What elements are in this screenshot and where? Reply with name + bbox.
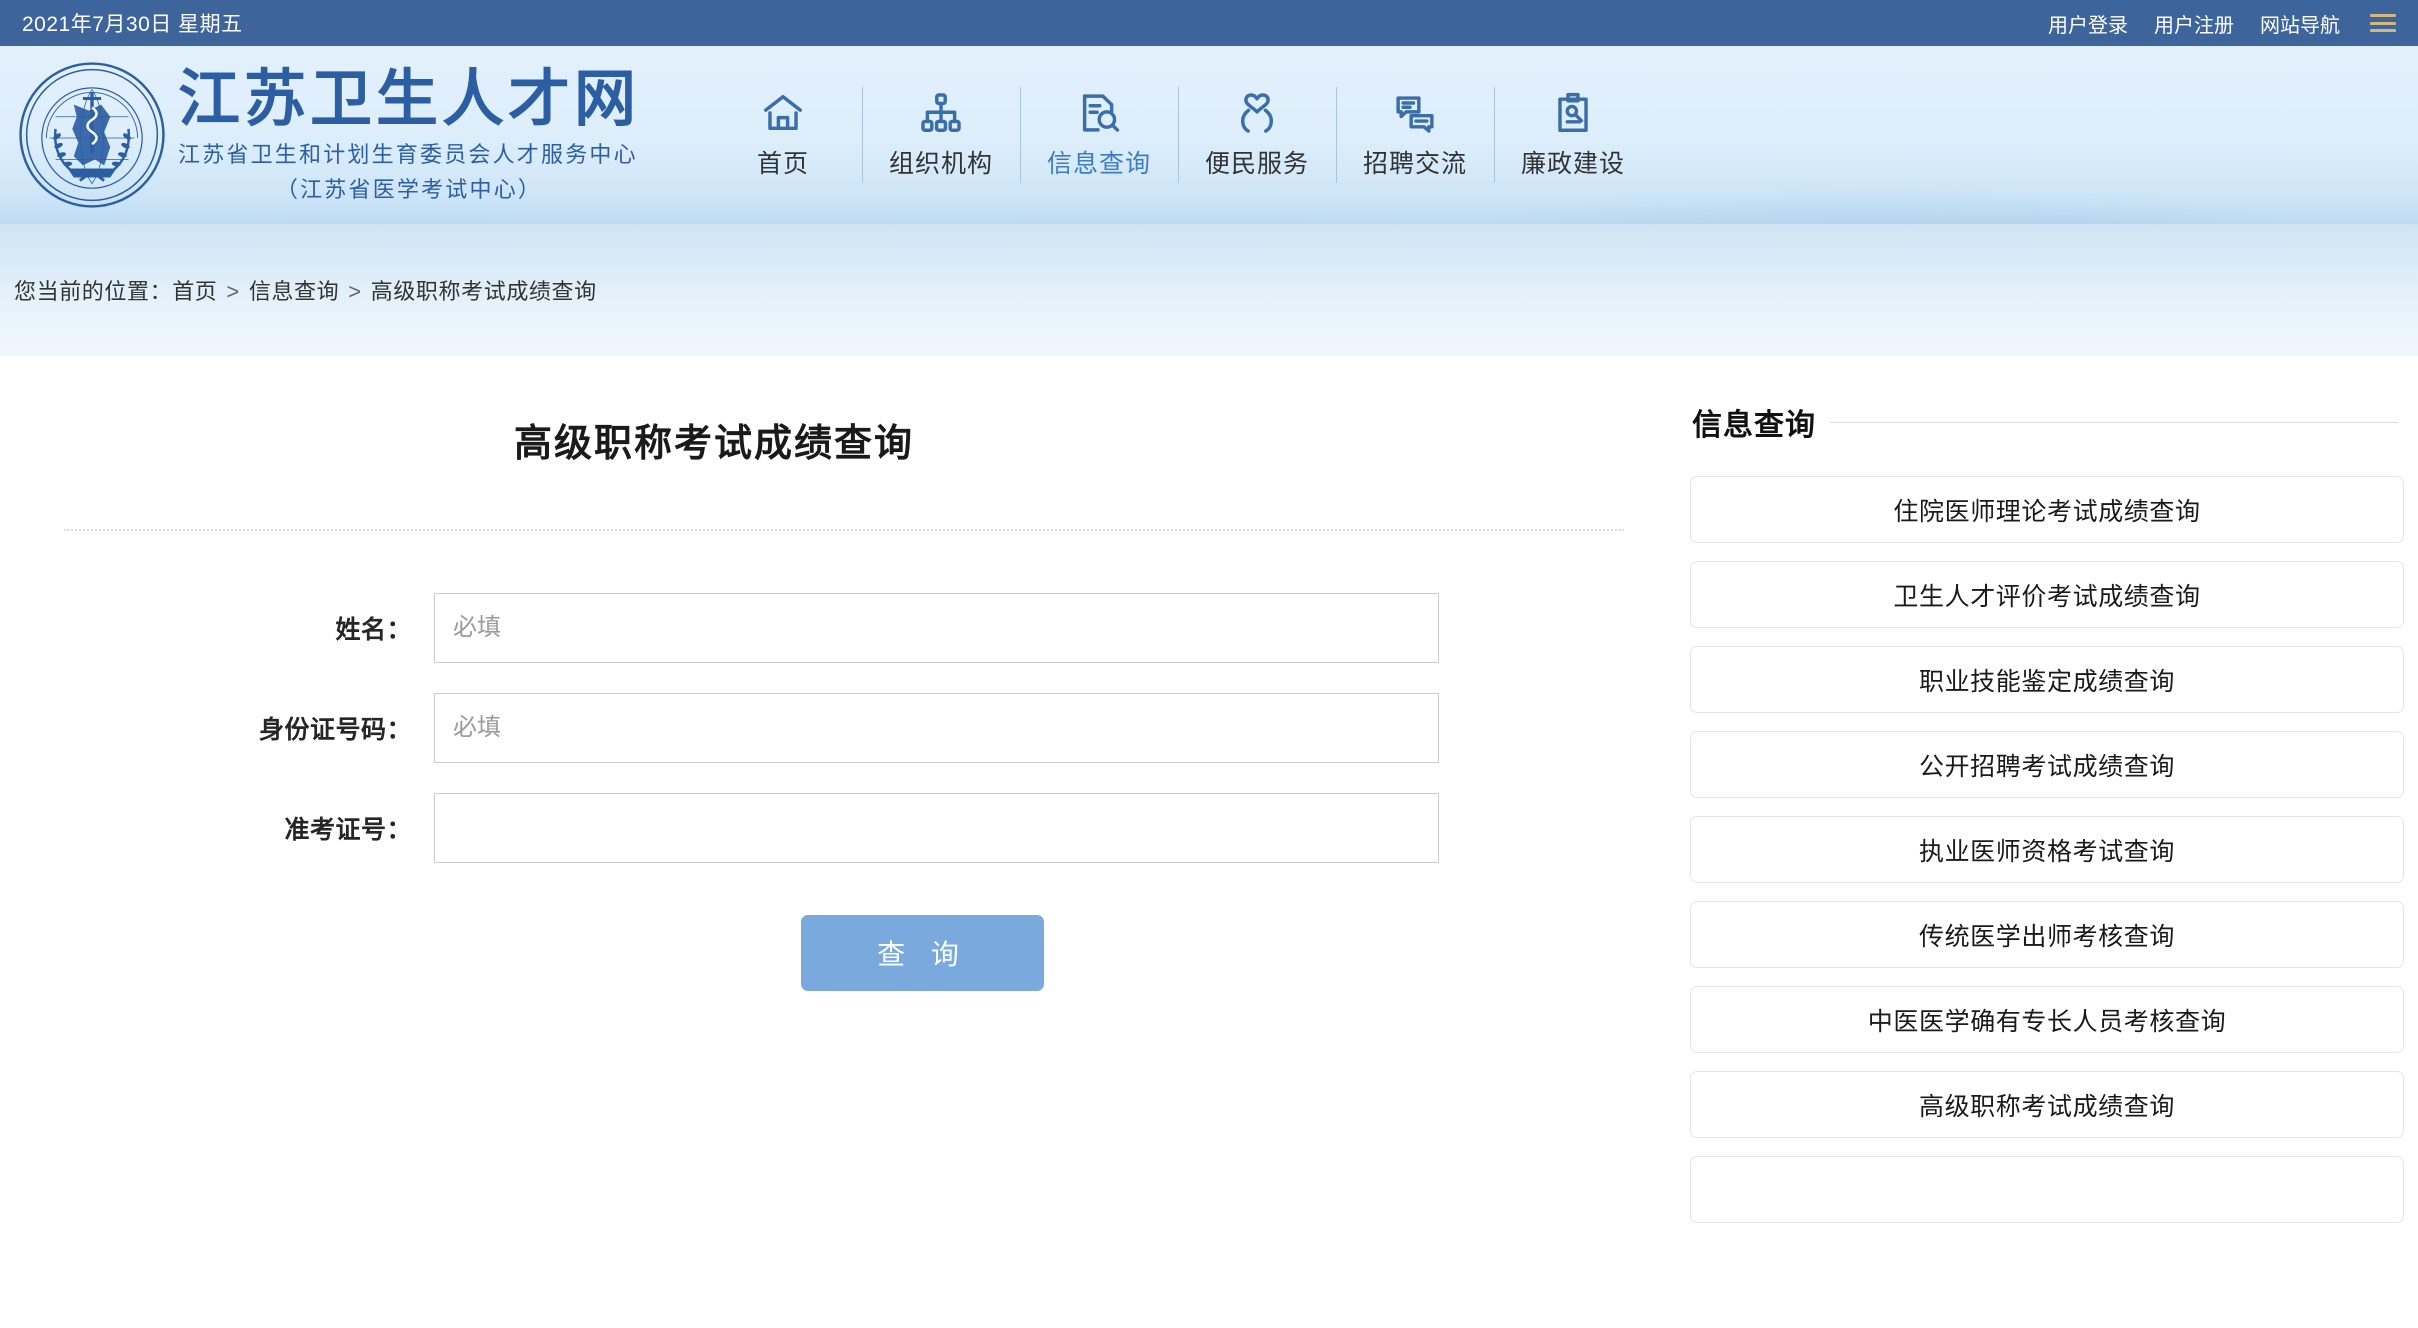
nav-label-info-query: 信息查询 [1047, 150, 1152, 178]
agency-emblem-icon [19, 62, 165, 208]
brand[interactable]: 江苏卫生人才网 江苏省卫生和计划生育委员会人才服务中心 （江苏省医学考试中心） [0, 59, 640, 211]
nav-item-recruitment[interactable]: 招聘交流 [1336, 79, 1494, 191]
admission-ticket-input[interactable] [434, 793, 1439, 863]
main-navigation: 首页 组织机构 信息查询 便民服务 招聘交流 廉政建设 [704, 79, 1652, 191]
query-submit-button[interactable]: 查 询 [801, 915, 1044, 991]
nav-item-home[interactable]: 首页 [704, 79, 862, 191]
breadcrumb-item-current: 高级职称考试成绩查询 [370, 279, 597, 304]
site-nav-link[interactable]: 网站导航 [2260, 9, 2340, 38]
sidebar-item-licensed-physician[interactable]: 执业医师资格考试查询 [1690, 816, 2404, 883]
id-number-input[interactable] [434, 693, 1439, 763]
page-body: 高级职称考试成绩查询 姓名： 身份证号码： 准考证号： 查 询 信息查询 [0, 356, 2418, 1326]
nav-item-info-query[interactable]: 信息查询 [1020, 79, 1178, 191]
hamburger-icon[interactable] [2370, 14, 2396, 32]
label-admission-ticket: 准考证号： [284, 816, 412, 844]
name-input[interactable] [434, 593, 1439, 663]
nav-label-organization: 组织机构 [889, 150, 994, 178]
user-login-link[interactable]: 用户登录 [2048, 9, 2128, 38]
label-id-number: 身份证号码： [258, 716, 412, 744]
sidebar-header: 信息查询 [1690, 400, 2404, 444]
nav-item-public-service[interactable]: 便民服务 [1178, 79, 1336, 191]
submit-row: 查 询 [14, 915, 1674, 991]
site-subtitle-1: 江苏省卫生和计划生育委员会人才服务中心 [178, 141, 638, 167]
sidebar-title-rule [1830, 421, 2398, 423]
org-chart-icon [921, 93, 961, 132]
sidebar-item-next[interactable] [1690, 1156, 2404, 1223]
sidebar-list: 住院医师理论考试成绩查询 卫生人才评价考试成绩查询 职业技能鉴定成绩查询 公开招… [1690, 476, 2404, 1223]
user-register-link[interactable]: 用户注册 [2154, 9, 2234, 38]
sidebar-item-tcm-specialty[interactable]: 中医医学确有专长人员考核查询 [1690, 986, 2404, 1053]
site-title: 江苏卫生人才网 [178, 62, 641, 136]
form-field-name: 姓名： [14, 593, 1674, 663]
label-name: 姓名： [335, 616, 412, 644]
nav-item-organization[interactable]: 组织机构 [862, 79, 1020, 191]
breadcrumb: 您当前的位置：首页 > 信息查询 > 高级职称考试成绩查询 [14, 274, 597, 306]
top-utility-bar: 2021年7月30日 星期五 用户登录 用户注册 网站导航 [0, 0, 2418, 46]
score-query-form: 姓名： 身份证号码： 准考证号： 查 询 [14, 593, 1674, 991]
breadcrumb-bar: 您当前的位置：首页 > 信息查询 > 高级职称考试成绩查询 [0, 224, 2418, 356]
nav-label-recruitment: 招聘交流 [1363, 150, 1468, 178]
chat-bubbles-icon [1396, 96, 1434, 133]
sidebar-title: 信息查询 [1692, 409, 1816, 442]
sidebar-item-vocational-skill[interactable]: 职业技能鉴定成绩查询 [1690, 646, 2404, 713]
home-icon [764, 94, 802, 131]
sidebar-item-resident-theory[interactable]: 住院医师理论考试成绩查询 [1690, 476, 2404, 543]
sidebar-item-senior-title[interactable]: 高级职称考试成绩查询 [1690, 1071, 2404, 1138]
breadcrumb-item-info-query[interactable]: 信息查询 [249, 279, 339, 304]
form-field-id-number: 身份证号码： [14, 693, 1674, 763]
breadcrumb-separator-1: > [226, 279, 240, 304]
nav-label-home: 首页 [757, 150, 810, 178]
nav-item-integrity[interactable]: 廉政建设 [1494, 79, 1652, 191]
sidebar-item-traditional-medicine[interactable]: 传统医学出师考核查询 [1690, 901, 2404, 968]
site-header: 江苏卫生人才网 江苏省卫生和计划生育委员会人才服务中心 （江苏省医学考试中心） … [0, 46, 2418, 224]
page-title: 高级职称考试成绩查询 [513, 423, 914, 465]
current-date: 2021年7月30日 星期五 [22, 13, 243, 36]
site-subtitle-2: （江苏省医学考试中心） [275, 176, 543, 202]
heart-hands-icon [1241, 93, 1274, 133]
sidebar: 信息查询 住院医师理论考试成绩查询 卫生人才评价考试成绩查询 职业技能鉴定成绩查… [1690, 356, 2404, 1223]
top-links: 用户登录 用户注册 网站导航 [2048, 9, 2396, 38]
content-card: 高级职称考试成绩查询 姓名： 身份证号码： 准考证号： 查 询 [14, 356, 1674, 1326]
sidebar-item-public-recruitment[interactable]: 公开招聘考试成绩查询 [1690, 731, 2404, 798]
brand-text: 江苏卫生人才网 江苏省卫生和计划生育委员会人才服务中心 （江苏省医学考试中心） [178, 62, 641, 204]
form-field-admission-ticket: 准考证号： [14, 793, 1674, 863]
title-divider [64, 529, 1624, 531]
breadcrumb-separator-2: > [348, 279, 362, 304]
nav-label-integrity: 廉政建设 [1521, 150, 1626, 178]
nav-label-public-service: 便民服务 [1205, 150, 1310, 178]
breadcrumb-item-home[interactable]: 首页 [172, 279, 217, 304]
breadcrumb-prefix: 您当前的位置： [14, 279, 173, 304]
sidebar-item-talent-evaluation[interactable]: 卫生人才评价考试成绩查询 [1690, 561, 2404, 628]
clipboard-icon [1558, 92, 1588, 132]
document-search-icon [1082, 94, 1120, 132]
